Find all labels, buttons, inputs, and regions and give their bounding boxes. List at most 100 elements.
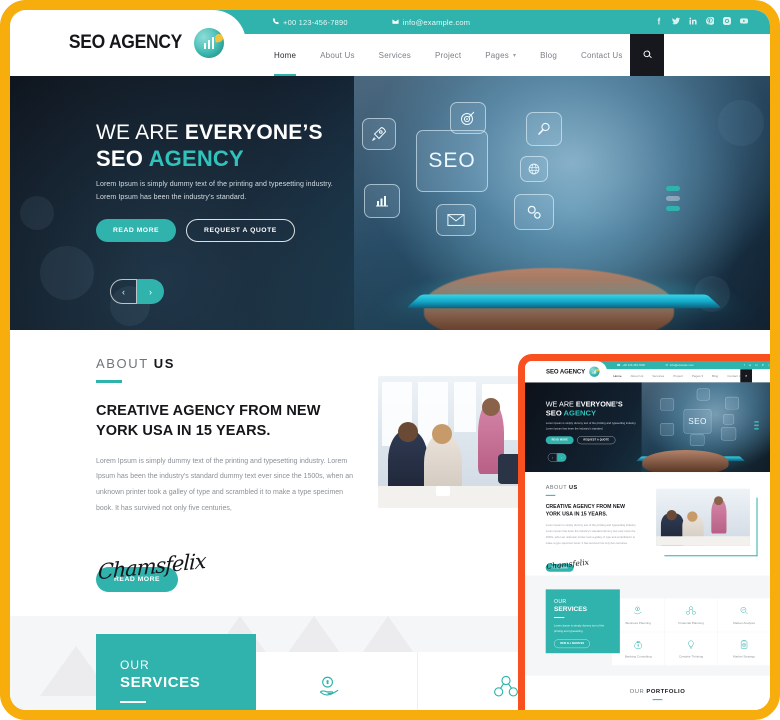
youtube-icon[interactable]: ▶ — [775, 363, 777, 367]
services-title-card: OUR SERVICES — [96, 633, 256, 710]
search-icon: ⌕ — [745, 373, 748, 378]
instagram-icon[interactable] — [723, 17, 731, 27]
phone-contact[interactable]: +00 123-456-7890 — [272, 18, 348, 27]
nav-item-home[interactable]: Home — [262, 34, 308, 76]
outer-orange-frame: +00 123-456-7890 info@example.com SEO AG… — [0, 0, 780, 720]
coins-network-icon — [493, 674, 519, 705]
money-bag-icon — [633, 639, 643, 651]
search-button[interactable] — [630, 34, 664, 76]
lightbulb-icon — [686, 639, 696, 651]
youtube-icon[interactable] — [740, 17, 748, 27]
gears-icon — [720, 427, 737, 441]
hero-headline-accent: AGENCY — [148, 145, 244, 171]
linkedin-icon[interactable] — [689, 17, 697, 27]
nav-label: Contact Us — [580, 50, 623, 60]
linkedin-icon[interactable]: in — [755, 363, 757, 367]
hero-subtext-line2: Lorem Ipsum has been the industry’s stan… — [96, 193, 247, 201]
preview-services-subtitle: Lorem Ipsum is simply dummy text of the … — [553, 623, 605, 633]
hero-buttons: READ MORE REQUEST A QUOTE — [96, 218, 333, 242]
slider-next-button[interactable]: › — [137, 279, 164, 304]
preview-inset-frame: ☎ +00 123-456-7890 ✉ info@example.com f … — [518, 354, 777, 710]
slider-arrows: ‹ › — [110, 279, 164, 304]
preview-quote-button[interactable]: REQUEST A QUOTE — [577, 436, 616, 445]
slider-dot[interactable] — [666, 196, 680, 201]
about-heading: CREATIVE AGENCY FROM NEW YORK USA IN 15 … — [96, 402, 321, 440]
nav-item-blog[interactable]: Blog — [712, 374, 718, 377]
nav-item-project[interactable]: Project — [423, 34, 473, 76]
nav-item-pages[interactable]: Pages ▾ — [692, 374, 703, 378]
preview-read-more-button[interactable]: READ MORE — [545, 436, 574, 445]
nav-item-services[interactable]: Services — [367, 34, 423, 76]
preview-socials: f w in P ▢ ▶ — [744, 363, 777, 367]
nav-label: Home — [274, 50, 297, 60]
preview-hero-copy: WE ARE EVERYONE’S SEO AGENCY Lorem Ipsum… — [545, 400, 636, 445]
slider-dot-active[interactable] — [666, 186, 680, 191]
phone-icon — [272, 17, 279, 27]
bar-chart-icon — [364, 184, 400, 218]
about-kicker-light: ABOUT — [96, 356, 149, 371]
service-card-market-strategy[interactable]: Market Strategy — [717, 632, 770, 666]
services-kicker: OUR — [120, 657, 150, 672]
preview-prev-button[interactable]: ‹ — [547, 453, 558, 462]
instagram-icon[interactable]: ▢ — [768, 363, 770, 367]
brand-name: SEO AGENCY — [68, 32, 183, 53]
seo-badge: SEO — [416, 130, 488, 192]
email-contact[interactable]: info@example.com — [392, 18, 471, 27]
hero-headline-line2: SEO AGENCY — [96, 146, 333, 171]
slider-dot[interactable] — [754, 424, 759, 427]
twitter-icon[interactable]: w — [749, 363, 751, 367]
preview-nav: Home About Us Services Project Pages ▾ B… — [613, 369, 742, 382]
nav-item-services[interactable]: Services — [652, 374, 664, 377]
nav-item-contact-us[interactable]: Contact Us — [569, 34, 635, 76]
hero-slider: SEO WE ARE EVERYONE’S SEO AGENCY Lorem I… — [10, 76, 770, 330]
nav-item-blog[interactable]: Blog — [528, 34, 569, 76]
service-card-financial-planning[interactable]: Financial Planning — [664, 598, 718, 633]
coin-hand-icon — [633, 606, 643, 618]
logo-chart-badge-icon — [589, 366, 600, 377]
slider-dot[interactable] — [666, 206, 680, 211]
globe-icon — [723, 414, 735, 425]
pinterest-icon[interactable] — [706, 16, 716, 27]
facebook-icon[interactable] — [655, 17, 663, 27]
preview-logo[interactable]: SEO AGENCY — [525, 361, 608, 383]
services-underline — [120, 700, 146, 704]
preview-slider-arrows: ‹ › — [547, 453, 567, 462]
nav-item-home[interactable]: Home — [613, 374, 621, 377]
target-icon — [696, 388, 710, 401]
envelope-icon — [436, 204, 476, 236]
preview-portfolio: OUR PORTFOLIO — [525, 675, 770, 710]
preview-about-paragraph: Lorem Ipsum is simply dummy text of the … — [545, 523, 637, 545]
nav-item-about-us[interactable]: About Us — [631, 374, 644, 377]
request-a-quote-button[interactable]: REQUEST A QUOTE — [186, 218, 295, 242]
logo[interactable]: SEO AGENCY — [10, 10, 246, 76]
clipboard-target-icon — [739, 639, 749, 651]
preview-view-all-services-button[interactable]: VIEW ALL SERVICES — [553, 639, 590, 649]
about-underline — [96, 380, 122, 383]
service-card-market-analysis[interactable]: Market Analysis — [717, 598, 770, 633]
pinterest-icon[interactable]: P — [762, 363, 764, 367]
seo-badge-label: SEO — [428, 149, 476, 172]
slider-dot[interactable] — [754, 427, 759, 430]
bokeh-decor — [20, 196, 54, 230]
about-kicker-bold: US — [153, 356, 176, 371]
service-card-business-planning[interactable] — [242, 651, 418, 710]
magnifier-chart-icon — [739, 606, 749, 618]
slider-dot-active[interactable] — [754, 421, 759, 423]
nav-item-about-us[interactable]: About Us — [308, 34, 367, 76]
twitter-icon[interactable] — [672, 17, 680, 27]
read-more-button[interactable]: READ MORE — [96, 218, 177, 242]
magnifier-icon — [725, 396, 739, 410]
hero-headline-bold: EVERYONE’S — [184, 121, 323, 144]
facebook-icon[interactable]: f — [744, 363, 745, 367]
preview-next-button[interactable]: › — [557, 453, 567, 462]
nav-label: Services — [378, 50, 411, 60]
hero-subtext: Lorem Ipsum is simply dummy text of the … — [96, 179, 333, 205]
preview-about-image-group — [656, 488, 758, 557]
nav-item-pages[interactable]: Pages ▾ — [473, 34, 528, 76]
logo-chart-badge-icon — [194, 28, 224, 58]
slider-prev-button[interactable]: ‹ — [110, 279, 137, 304]
preview-about: ABOUT US CREATIVE AGENCY FROM NEW YORK U… — [525, 472, 770, 576]
nav-item-project[interactable]: Project — [673, 374, 683, 377]
preview-search-button[interactable]: ⌕ — [740, 369, 753, 383]
service-card-creative-thinking[interactable]: Creative Thinking — [664, 632, 718, 666]
